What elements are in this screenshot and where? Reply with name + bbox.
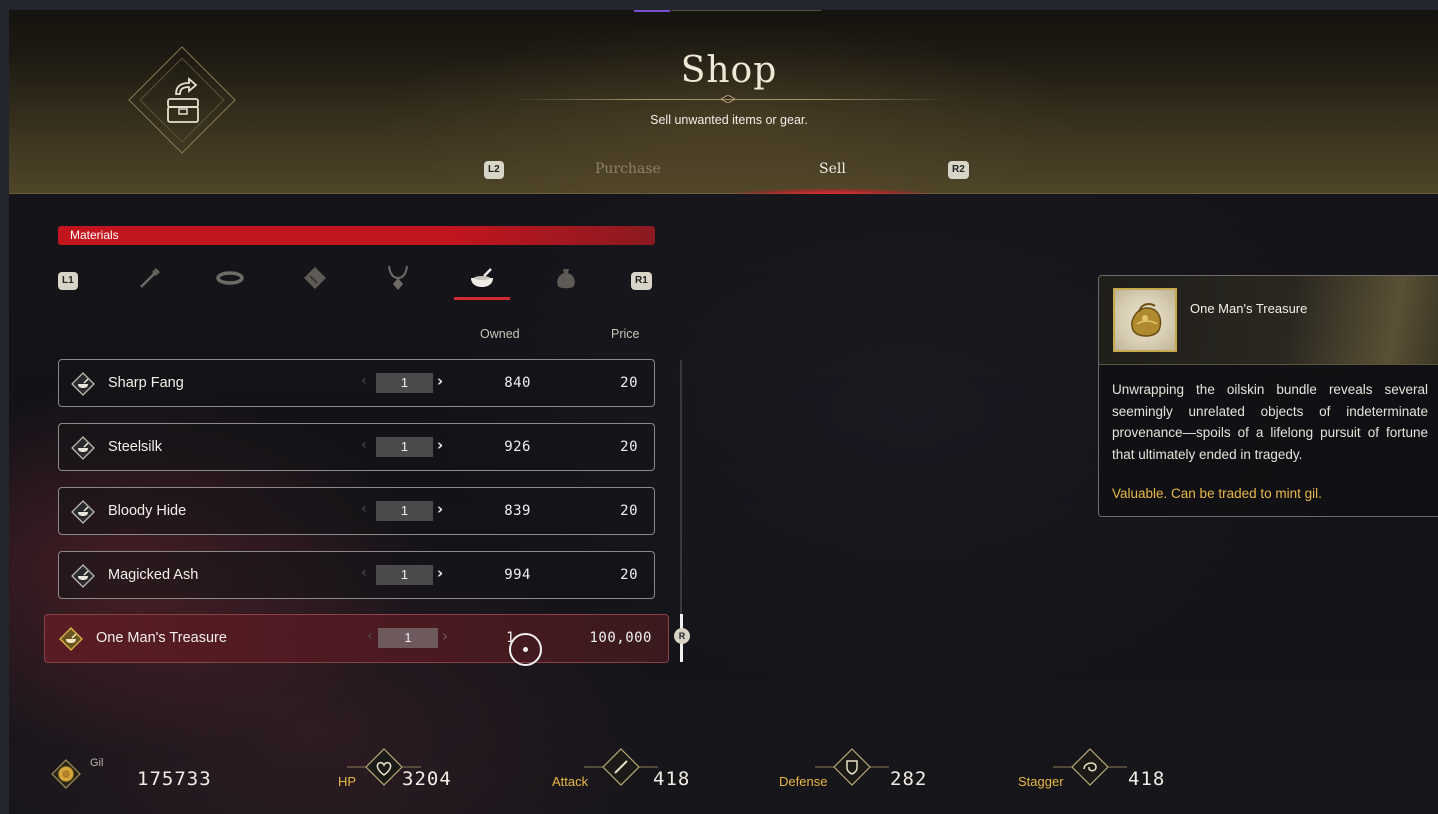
cursor-dot-icon <box>523 647 528 652</box>
item-detail-panel: One Man's Treasure Unwrapping the oilski… <box>1098 275 1438 517</box>
qty-decrease-button[interactable]: ‹ <box>361 501 367 517</box>
gil-coin-icon <box>51 759 81 789</box>
material-icon <box>59 627 83 651</box>
l2-button[interactable]: L2 <box>484 161 504 179</box>
item-owned: 926 <box>504 439 531 455</box>
attack-label: Attack <box>552 774 589 789</box>
material-icon <box>71 436 95 460</box>
qty-increase-button[interactable]: › <box>437 500 443 518</box>
qty-increase-button[interactable]: › <box>442 627 448 645</box>
item-owned: 994 <box>504 567 531 583</box>
shop-emblem-inner <box>139 57 225 143</box>
item-owned: 839 <box>504 503 531 519</box>
game-screen: Shop Sell unwanted items or gear. L2 Pur… <box>9 10 1438 814</box>
item-price: 20 <box>620 567 638 583</box>
tab-sell[interactable]: Sell <box>819 161 846 177</box>
item-owned: 840 <box>504 375 531 391</box>
item-price: 20 <box>620 439 638 455</box>
pouch-icon[interactable] <box>551 264 581 292</box>
book-icon[interactable] <box>300 264 330 292</box>
r2-button[interactable]: R2 <box>948 161 969 179</box>
item-owned: 1 <box>506 630 515 646</box>
item-price: 20 <box>620 503 638 519</box>
item-name: Steelsilk <box>108 439 162 455</box>
detail-description: Unwrapping the oilskin bundle reveals se… <box>1112 382 1428 462</box>
treasure-bundle-icon <box>1113 288 1177 352</box>
l1-button[interactable]: L1 <box>58 272 78 290</box>
category-active-indicator <box>454 297 510 300</box>
price-column-header: Price <box>611 327 640 341</box>
defense-shield-icon <box>815 748 889 786</box>
item-row-selected[interactable]: One Man's Treasure ‹ 1 › 1 100,000 <box>44 614 669 663</box>
item-name: Sharp Fang <box>108 375 184 391</box>
stagger-value: 418 <box>1128 768 1166 790</box>
material-icon <box>71 564 95 588</box>
category-label: Materials <box>70 228 119 242</box>
sell-chest-icon <box>167 77 199 123</box>
title-ornament-icon <box>721 95 735 103</box>
attack-value: 418 <box>653 768 691 790</box>
bowl-icon[interactable] <box>467 264 497 292</box>
detail-item-name: One Man's Treasure <box>1190 301 1308 316</box>
material-icon <box>71 372 95 396</box>
qty-decrease-button[interactable]: ‹ <box>361 373 367 389</box>
tab-sell-indicator <box>727 188 935 194</box>
top-accent-line <box>671 10 821 11</box>
item-name: Magicked Ash <box>108 567 199 583</box>
detail-header: One Man's Treasure <box>1099 276 1438 365</box>
qty-stepper[interactable]: 1 <box>376 565 433 585</box>
item-row[interactable]: Sharp Fang ‹ 1 › 840 20 <box>58 359 655 407</box>
qty-decrease-button[interactable]: ‹ <box>361 437 367 453</box>
top-accent <box>634 10 670 12</box>
item-price: 20 <box>620 375 638 391</box>
sword-icon[interactable] <box>135 264 165 292</box>
qty-stepper[interactable]: 1 <box>376 501 433 521</box>
shop-emblem-frame <box>128 46 236 154</box>
tab-purchase[interactable]: Purchase <box>595 161 661 177</box>
item-price: 100,000 <box>589 630 652 646</box>
defense-value: 282 <box>890 768 928 790</box>
bracelet-icon[interactable] <box>215 264 245 292</box>
hp-value: 3204 <box>402 768 452 790</box>
qty-increase-button[interactable]: › <box>437 436 443 454</box>
attack-sword-icon <box>584 748 658 786</box>
page-subtitle: Sell unwanted items or gear. <box>650 113 808 127</box>
qty-stepper[interactable]: 1 <box>376 373 433 393</box>
gil-value: 175733 <box>137 768 212 790</box>
qty-increase-button[interactable]: › <box>437 564 443 582</box>
stagger-swirl-icon <box>1053 748 1127 786</box>
item-row[interactable]: Steelsilk ‹ 1 › 926 20 <box>58 423 655 471</box>
r1-button[interactable]: R1 <box>631 272 652 290</box>
qty-stepper[interactable]: 1 <box>376 437 433 457</box>
qty-increase-button[interactable]: › <box>437 372 443 390</box>
item-row[interactable]: Magicked Ash ‹ 1 › 994 20 <box>58 551 655 599</box>
item-name: One Man's Treasure <box>96 630 227 646</box>
r-stick-button[interactable]: R <box>674 628 690 644</box>
qty-decrease-button[interactable]: ‹ <box>361 565 367 581</box>
shop-header: Shop Sell unwanted items or gear. L2 Pur… <box>9 10 1438 194</box>
item-name: Bloody Hide <box>108 503 187 519</box>
qty-decrease-button[interactable]: ‹ <box>367 628 373 644</box>
necklace-icon[interactable] <box>383 264 413 292</box>
page-title: Shop <box>680 50 778 91</box>
material-icon <box>71 500 95 524</box>
detail-note: Valuable. Can be traded to mint gil. <box>1112 486 1322 501</box>
item-row[interactable]: Bloody Hide ‹ 1 › 839 20 <box>58 487 655 535</box>
category-bar: Materials <box>58 226 655 245</box>
gil-label: Gil <box>90 757 104 769</box>
owned-column-header: Owned <box>480 327 520 341</box>
qty-stepper[interactable]: 1 <box>378 628 438 648</box>
